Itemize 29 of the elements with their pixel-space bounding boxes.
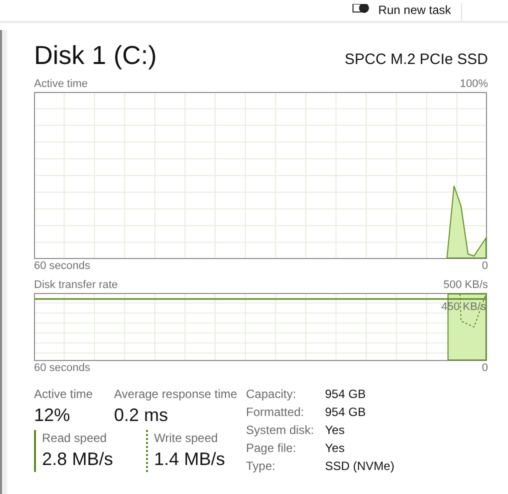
- disk-model: SPCC M.2 PCIe SSD: [344, 51, 488, 68]
- stat-label: Write speed: [154, 430, 219, 446]
- stat-label: Active time: [34, 386, 94, 402]
- property-value: Yes: [325, 422, 346, 438]
- stat-label: Average response time: [114, 386, 238, 402]
- property-label: Formatted:: [246, 404, 306, 420]
- graph-label: Disk transfer rate: [34, 278, 118, 293]
- run-new-task-button[interactable]: Run new task: [352, 3, 462, 21]
- stat-value: 0.2 ms: [114, 404, 170, 427]
- stat-value: 12%: [34, 404, 72, 427]
- stat-label: Read speed: [42, 430, 108, 446]
- property-label: Type:: [246, 458, 276, 474]
- disk-title: Disk 1 (C:): [34, 40, 157, 71]
- time-span-label: 60 seconds: [34, 361, 90, 376]
- property-value: 954 GB: [325, 386, 367, 402]
- graph-max-label: 100%: [460, 77, 488, 92]
- time-span-label: 60 seconds: [34, 259, 90, 274]
- stat-value: 2.8 MB/s: [42, 448, 114, 471]
- property-label: System disk:: [246, 422, 316, 438]
- property-value: Yes: [325, 440, 346, 456]
- property-label: Page file:: [246, 440, 298, 456]
- graph-label: Active time: [34, 77, 88, 92]
- property-label: Capacity:: [246, 386, 298, 402]
- stat-value: 1.4 MB/s: [154, 448, 226, 471]
- graph-min-label: 0: [482, 259, 488, 274]
- graph-max-label: 500 KB/s: [443, 278, 488, 293]
- property-value: 954 GB: [325, 404, 367, 420]
- graph-min-label: 0: [482, 361, 488, 376]
- property-value: SSD (NVMe): [325, 458, 394, 474]
